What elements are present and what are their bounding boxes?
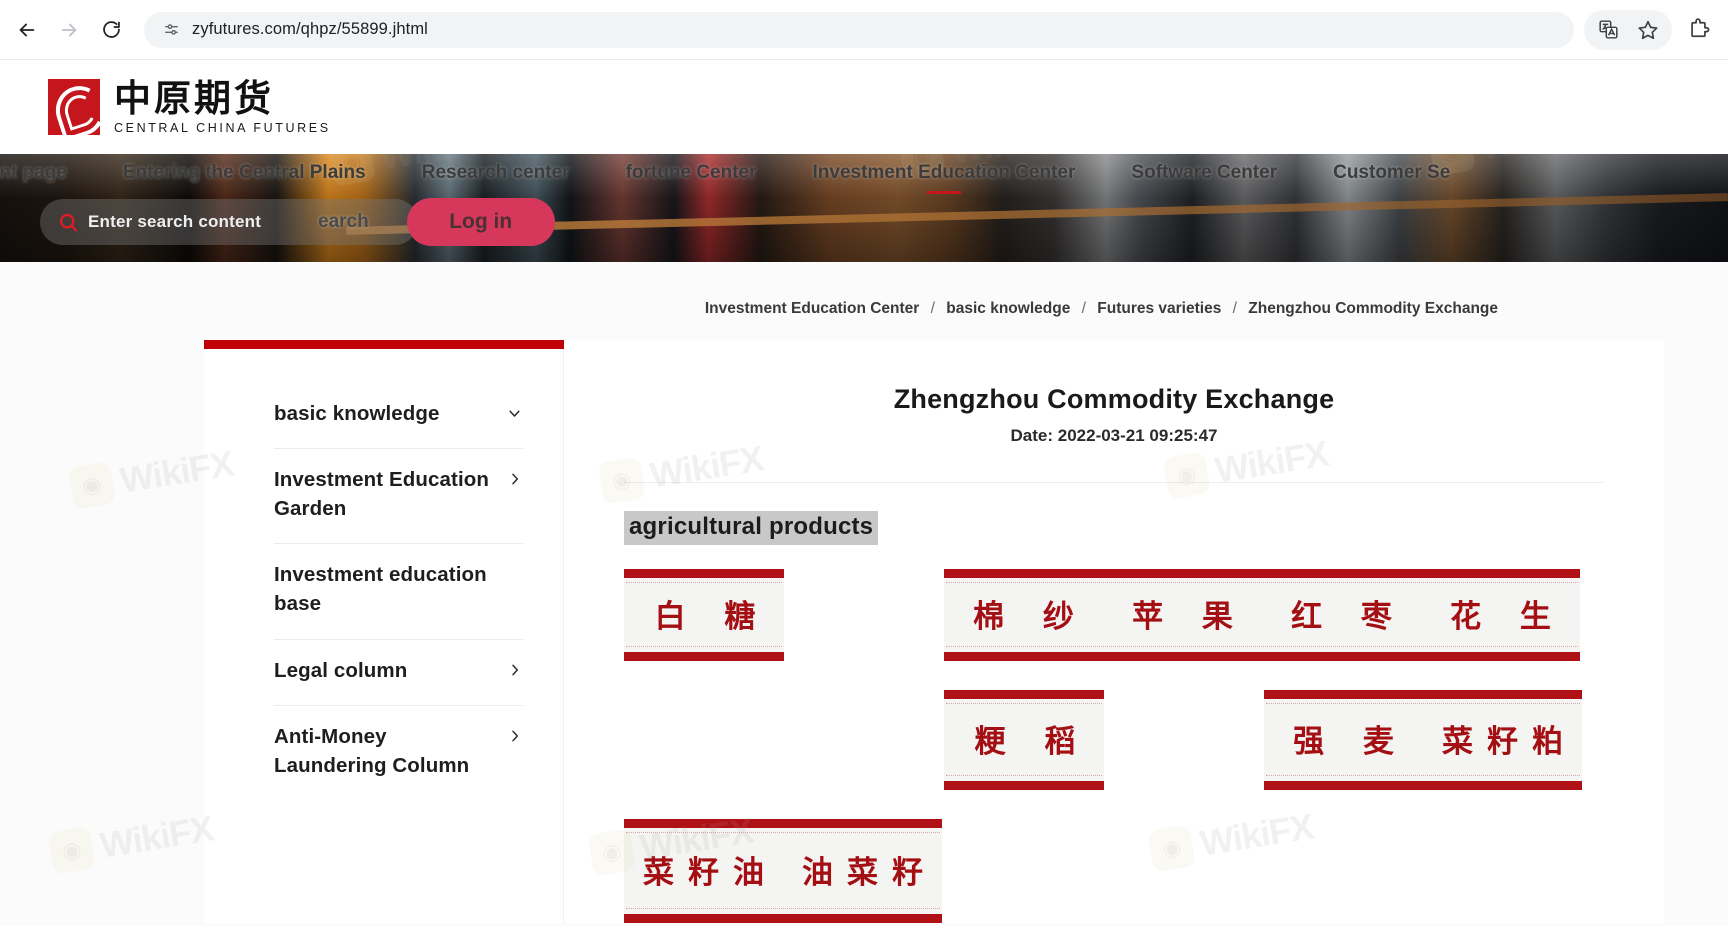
site-info-icon[interactable]	[158, 16, 184, 43]
commodity-row: 菜籽油 油菜籽	[624, 819, 1604, 923]
nav-item-software-center[interactable]: Software Center	[1131, 162, 1277, 190]
commodity-block-rapeseed-oil-rapeseed[interactable]: 菜籽油 油菜籽	[624, 819, 942, 923]
breadcrumb-separator: /	[1081, 300, 1086, 317]
section-heading-agricultural-products: agricultural products	[624, 511, 879, 545]
site-logo[interactable]: 中原期货 CENTRAL CHINA FUTURES	[48, 79, 331, 135]
commodity-label: 菜籽粕	[1442, 723, 1577, 760]
bookmark-star-icon[interactable]	[1628, 10, 1668, 50]
sidebar-menu: basic knowledge Investment Education Gar…	[204, 349, 563, 800]
content-region: Investment Education Center / basic know…	[0, 262, 1728, 926]
chevron-right-icon	[507, 662, 523, 683]
sidebar-item-label: Legal column	[274, 658, 408, 682]
commodity-block-japonica-rice[interactable]: 粳 稻	[944, 690, 1104, 790]
sidebar-item-label: Anti-Money Laundering Column	[274, 724, 470, 777]
commodity-block-cotton-apple-date-peanut[interactable]: 棉 纱 苹 果 红 枣 花 生	[944, 569, 1580, 661]
extensions-icon[interactable]	[1678, 10, 1718, 50]
sidebar-item-legal-column[interactable]: Legal column	[274, 638, 523, 705]
article-panel: Zhengzhou Commodity Exchange Date: 2022-…	[564, 340, 1664, 923]
sidebar-item-investment-education-base[interactable]: Investment education base	[274, 543, 523, 638]
logo-mark-icon	[48, 79, 100, 135]
commodity-label: 粳 稻	[974, 723, 1090, 760]
commodity-row: 白 糖 棉 纱 苹 果 红 枣 花 生	[624, 569, 1604, 661]
commodity-label: 白 糖	[654, 598, 770, 635]
nav-item-investment-education-center[interactable]: Investment Education Center	[813, 162, 1076, 190]
toolbar-actions	[1584, 9, 1672, 50]
search-icon	[56, 210, 80, 234]
sidebar-item-basic-knowledge[interactable]: basic knowledge	[274, 383, 523, 448]
sidebar-accent-bar	[204, 340, 564, 349]
commodity-block-wheat-rapeseed-meal[interactable]: 强 麦 菜籽粕	[1264, 690, 1582, 790]
back-arrow-icon	[19, 23, 35, 36]
breadcrumb-item-2[interactable]: basic knowledge	[946, 300, 1070, 317]
search-placeholder-text: Enter search content	[88, 212, 262, 231]
logo-english-name: CENTRAL CHINA FUTURES	[114, 120, 331, 135]
chevron-right-icon	[507, 728, 523, 749]
publish-date: Date: 2022-03-21 09:25:47	[1010, 426, 1218, 445]
commodity-row: 粳 稻 强 麦 菜籽粕	[624, 690, 1604, 790]
nav-item-front-page[interactable]: front page	[0, 162, 67, 190]
reload-icon	[102, 21, 120, 38]
breadcrumb-separator: /	[1232, 300, 1237, 317]
breadcrumb-item-current: Zhengzhou Commodity Exchange	[1248, 300, 1498, 317]
commodity-label: 花 生	[1450, 598, 1565, 635]
commodity-block-white-sugar[interactable]: 白 糖	[624, 569, 784, 661]
tune-icon	[164, 24, 178, 35]
logo-chinese-name: 中原期货	[114, 76, 274, 121]
nav-item-research-center[interactable]: Research center	[422, 162, 570, 190]
forward-button[interactable]	[48, 9, 90, 51]
commodity-grid: 白 糖 棉 纱 苹 果 红 枣 花 生 粳 稻 强 麦 菜籽粕 菜籽油 油菜籽	[624, 569, 1604, 923]
search-button[interactable]: earch	[318, 211, 369, 233]
chevron-right-icon	[507, 471, 523, 492]
nav-item-entering-central-plains[interactable]: Entering the Central Plains	[123, 162, 366, 190]
commodity-label: 强 麦	[1293, 723, 1408, 760]
divider	[624, 482, 1604, 483]
sidebar-item-label: Investment Education Garden	[274, 468, 490, 521]
page-title: Zhengzhou Commodity Exchange	[893, 384, 1335, 414]
sidebar: basic knowledge Investment Education Gar…	[204, 340, 564, 923]
nav-item-customer-service[interactable]: Customer Se	[1333, 162, 1450, 190]
reload-button[interactable]	[90, 9, 132, 51]
commodity-label: 苹 果	[1132, 598, 1247, 635]
browser-toolbar: zyfutures.com/qhpz/55899.jhtml	[0, 0, 1728, 60]
address-bar[interactable]: zyfutures.com/qhpz/55899.jhtml	[144, 11, 1574, 48]
sidebar-item-label: Investment education base	[274, 563, 487, 616]
login-button[interactable]: Log in	[406, 198, 555, 246]
commodity-label: 红 枣	[1291, 598, 1406, 635]
search-row: Enter search content earch Log in	[40, 198, 555, 246]
hero-banner: front page Entering the Central Plains R…	[0, 154, 1728, 262]
commodity-label: 棉 纱	[973, 598, 1088, 635]
translate-icon[interactable]	[1588, 10, 1628, 50]
breadcrumb-separator: /	[930, 300, 935, 317]
breadcrumb-item-3[interactable]: Futures varieties	[1097, 300, 1221, 317]
forward-arrow-icon	[61, 23, 77, 36]
sidebar-item-investment-education-garden[interactable]: Investment Education Garden	[274, 448, 523, 543]
breadcrumb-item-1[interactable]: Investment Education Center	[705, 300, 919, 317]
site-header: 中原期货 CENTRAL CHINA FUTURES	[0, 60, 1728, 154]
commodity-label: 油菜籽	[802, 854, 937, 891]
chevron-down-icon	[506, 405, 523, 427]
page-layout: basic knowledge Investment Education Gar…	[204, 340, 1664, 923]
commodity-label: 菜籽油	[643, 854, 778, 891]
url-text: zyfutures.com/qhpz/55899.jhtml	[192, 20, 428, 38]
main-navigation: front page Entering the Central Plains R…	[0, 158, 1728, 194]
sidebar-item-anti-money-laundering-column[interactable]: Anti-Money Laundering Column	[274, 704, 523, 800]
breadcrumb: Investment Education Center / basic know…	[705, 300, 1498, 318]
sidebar-item-label: basic knowledge	[274, 402, 440, 425]
back-button[interactable]	[6, 9, 48, 51]
page-viewport: 中原期货 CENTRAL CHINA FUTURES front page En…	[0, 60, 1728, 926]
nav-item-fortune-center[interactable]: fortune Center	[626, 162, 757, 190]
